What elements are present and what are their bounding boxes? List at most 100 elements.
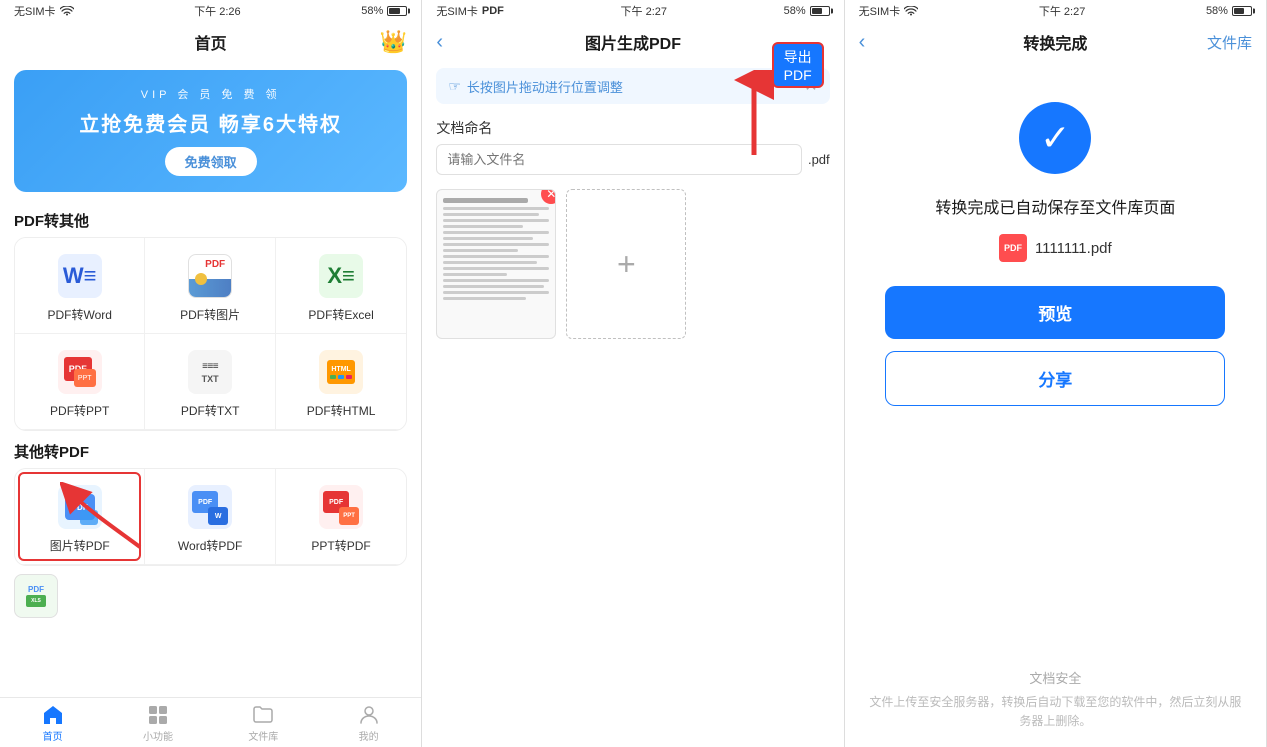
battery-fill-3 [1234,8,1244,14]
back-button-2[interactable]: ‹ [436,31,443,54]
grid-icon [147,704,169,726]
doc-line [443,219,549,222]
doc-line [443,267,549,270]
image-add-button[interactable]: + [566,189,686,339]
tab-library[interactable]: 文件库 [211,704,316,743]
extra-tools-row: PDF XLS [0,566,421,618]
share-button[interactable]: 分享 [885,351,1225,406]
doc-line [443,273,507,276]
html-icon: HTML [317,348,365,396]
file-name: 1111111.pdf [1035,240,1112,257]
doc-line [443,207,549,210]
free-claim-button[interactable]: 免费领取 [165,147,257,176]
word2pdf-icon: PDF W [186,483,234,531]
status-right-3: 58% [1206,5,1252,17]
doc-line [443,261,536,264]
vip-banner[interactable]: VIP 会 员 免 费 领 立抢免费会员 畅享6大特权 免费领取 [14,70,407,192]
pdf-status-icon: PDF [482,5,504,17]
security-title: 文档安全 [865,668,1246,687]
doc-line [443,291,549,294]
file-library-link[interactable]: 文件库 [1207,32,1252,53]
tab-tools[interactable]: 小功能 [105,704,210,743]
tool-label-pdf-ppt: PDF转PPT [50,402,109,419]
security-desc: 文件上传至安全服务器，转换后自动下载至您的软件中，然后立刻从服务器上删除。 [865,693,1246,731]
tool-label-pdf-html: PDF转HTML [307,402,376,419]
wifi-icon-3 [904,6,918,17]
red-arrow-2 [724,70,784,160]
tab-profile[interactable]: 我的 [316,704,421,743]
doc-line [443,231,549,234]
ppt-icon: PDF PPT [56,348,104,396]
word-icon: W≡ [56,252,104,300]
nav-bar-1: 首页 👑 [0,22,421,62]
txt-icon: ≡≡≡ TXT [186,348,234,396]
tab-library-label: 文件库 [248,728,278,743]
tool-label-pdf-excel: PDF转Excel [308,306,373,323]
battery-fill-1 [389,8,399,14]
screen3: 无SIM卡 下午 2:27 58% ‹ 转换完成 文件库 ✓ 转换完成已自动保存… [845,0,1267,747]
section-other-pdf: 其他转PDF [0,431,421,468]
doc-line [443,237,533,240]
tool-ppt-pdf[interactable]: PDF PPT PPT转PDF [276,469,406,565]
status-right-1: 58% [361,5,407,17]
time-1: 下午 2:26 [194,3,240,19]
doc-line [443,255,549,258]
hint-icon: ☞ [448,78,461,95]
folder-icon [252,704,274,726]
back-button-3[interactable]: ‹ [859,31,866,54]
status-left-1: 无SIM卡 [14,3,74,19]
nav-title-2: 图片生成PDF [585,30,681,54]
status-left-3: 无SIM卡 [859,3,919,19]
battery-pct-1: 58% [361,5,383,17]
preview-button[interactable]: 预览 [885,286,1225,339]
status-bar-1: 无SIM卡 下午 2:26 58% [0,0,421,22]
check-icon: ✓ [1040,117,1070,159]
tool-pdf-txt[interactable]: ≡≡≡ TXT PDF转TXT [145,334,275,430]
ppt2pdf-icon: PDF PPT [317,483,365,531]
status-bar-2: 无SIM卡 PDF 下午 2:27 58% [422,0,843,22]
carrier-2: 无SIM卡 [436,3,478,19]
wifi-icon-1 [60,6,74,17]
tool-pdf-word[interactable]: W≡ PDF转Word [15,238,145,334]
doc-line [443,249,517,252]
tool-pdf-excel[interactable]: X≡ PDF转Excel [276,238,406,334]
tool-label-ppt-pdf: PPT转PDF [311,537,370,554]
doc-line [443,225,523,228]
battery-icon-1 [387,6,407,16]
battery-fill-2 [812,8,822,14]
doc-line [443,213,538,216]
battery-pct-2: 58% [784,5,806,17]
tool-word-pdf[interactable]: PDF W Word转PDF [145,469,275,565]
image-thumb-1[interactable]: ✕ [436,189,556,339]
crown-icon[interactable]: 👑 [380,29,407,55]
file-info-row: PDF 1111111.pdf [999,234,1112,262]
doc-line [443,297,526,300]
status-left-2: 无SIM卡 PDF [436,3,504,19]
pdf-icon-label: PDF [1004,243,1022,253]
tool-label-pdf-image: PDF转图片 [180,306,240,323]
section-pdf-other: PDF转其他 [0,200,421,237]
time-3: 下午 2:27 [1039,3,1085,19]
battery-icon-3 [1232,6,1252,16]
nav-title-1: 首页 [195,30,227,54]
tab-home[interactable]: 首页 [0,704,105,743]
doc-line [443,198,528,203]
pdf-file-icon: PDF [999,234,1027,262]
status-right-2: 58% [784,5,830,17]
doc-content [437,190,555,308]
pdf-tools-grid: W≡ PDF转Word PDF PDF转图片 X≡ PDF转 [14,237,407,431]
tool-pdf-image[interactable]: PDF PDF转图片 [145,238,275,334]
tool-pdf-html[interactable]: HTML PDF转HTML [276,334,406,430]
tool-pdf-ppt[interactable]: PDF PPT PDF转PPT [15,334,145,430]
doc-line [443,285,544,288]
status-bar-3: 无SIM卡 下午 2:27 58% [845,0,1266,22]
vip-tag: VIP 会 员 免 费 领 [34,86,387,102]
home-icon [42,704,64,726]
nav-bar-3: ‹ 转换完成 文件库 [845,22,1266,62]
nav-title-3: 转换完成 [1023,30,1087,54]
time-2: 下午 2:27 [621,3,667,19]
tool-label-word-pdf: Word转PDF [178,537,242,554]
nav-bar-2: ‹ 图片生成PDF 导出PDF [422,22,843,62]
carrier-1: 无SIM卡 [14,3,56,19]
person-icon [358,704,380,726]
